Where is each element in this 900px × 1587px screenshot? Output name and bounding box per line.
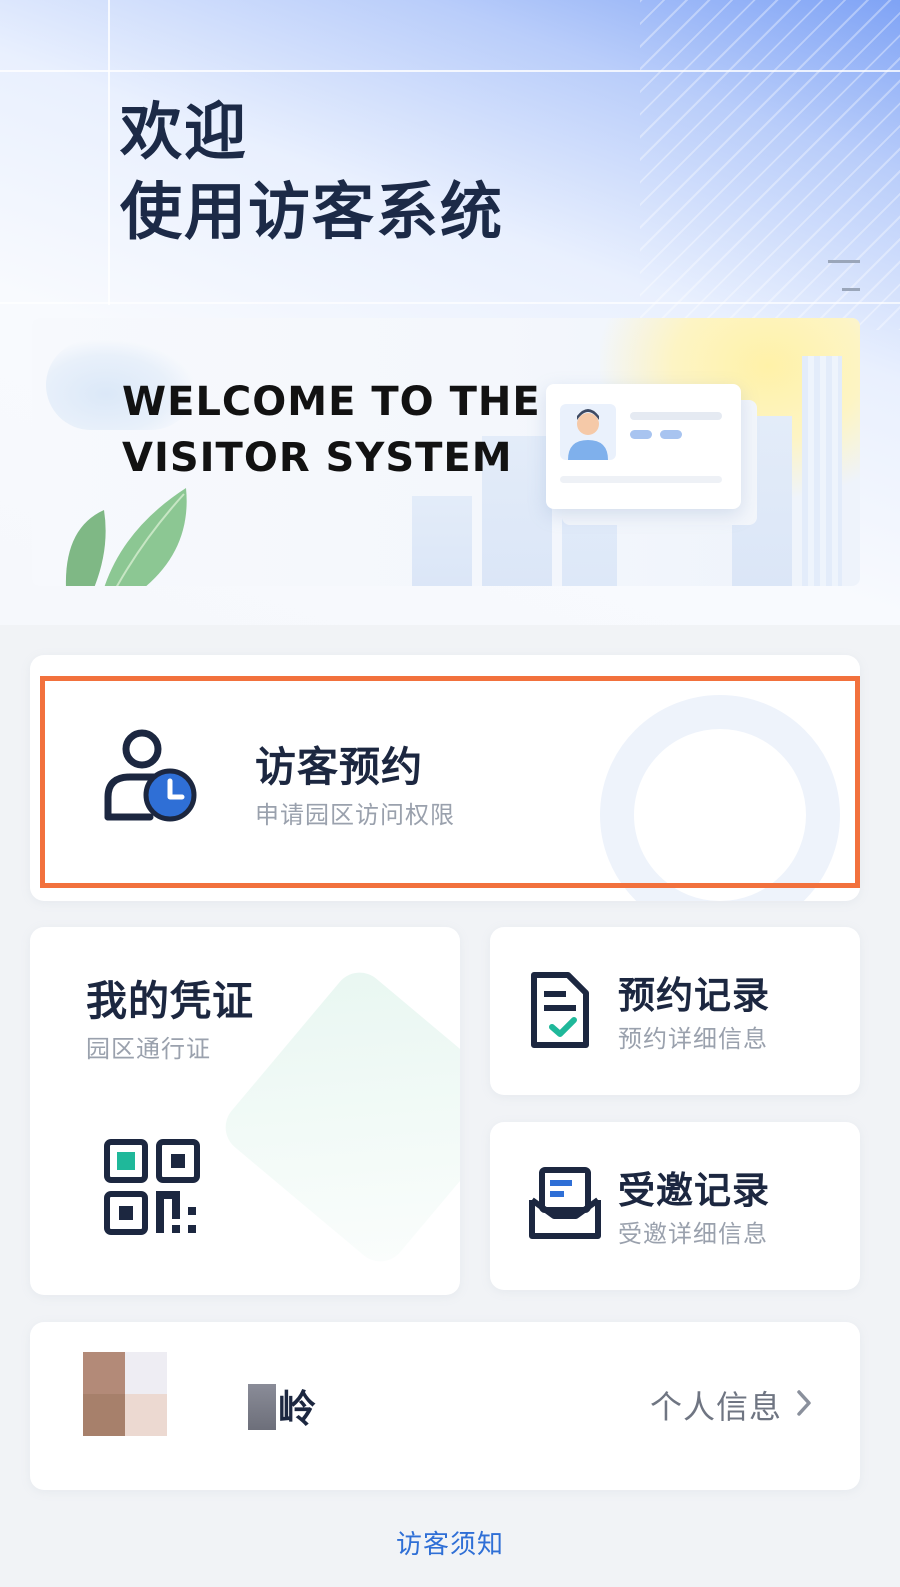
personal-info-link[interactable]: 个人信息	[650, 1382, 812, 1428]
banner-heading-line2: VISITOR SYSTEM	[122, 435, 513, 481]
decor-dash	[828, 260, 860, 263]
banner-heading: WELCOME TO THE VISITOR SYSTEM	[122, 374, 541, 486]
welcome-title-line2: 使用访客系统	[120, 175, 505, 248]
avatar	[83, 1352, 167, 1436]
user-name: 岭	[278, 1387, 317, 1431]
visitor-appointment-card[interactable]: 访客预约 申请园区访问权限	[30, 655, 860, 901]
welcome-title: 欢迎 使用访客系统	[120, 92, 504, 252]
invitation-records-card[interactable]: 受邀记录 受邀详细信息	[490, 1122, 860, 1290]
welcome-title-line1: 欢迎	[120, 95, 249, 168]
records-title: 预约记录	[618, 974, 770, 1017]
banner-heading-line1: WELCOME TO THE	[122, 379, 541, 425]
building-decoration	[412, 496, 472, 586]
hero-gridline	[108, 0, 110, 305]
user-clock-icon	[100, 725, 200, 829]
name-redaction	[248, 1384, 276, 1430]
welcome-banner: WELCOME TO THE VISITOR SYSTEM	[32, 318, 860, 586]
hero-gridline	[0, 70, 900, 72]
profile-card[interactable]: 岭 个人信息	[30, 1322, 860, 1490]
appointment-records-card[interactable]: 预约记录 预约详细信息	[490, 927, 860, 1095]
ring-decoration	[600, 695, 840, 901]
document-check-icon	[528, 971, 592, 1053]
decor-dash	[842, 288, 860, 291]
id-card-icon	[546, 384, 741, 509]
leaf-decoration	[64, 488, 224, 586]
my-credential-card[interactable]: 我的凭证 园区通行证	[30, 927, 460, 1295]
appointment-subtitle: 申请园区访问权限	[255, 801, 455, 829]
invites-subtitle: 受邀详细信息	[618, 1220, 768, 1248]
header-hero: 欢迎 使用访客系统 WELCOME TO THE VISITOR SYSTEM	[0, 0, 900, 625]
hero-stripes-decoration	[640, 0, 900, 330]
hero-gridline	[0, 302, 900, 304]
records-subtitle: 预约详细信息	[618, 1025, 768, 1053]
credential-title: 我的凭证	[86, 977, 254, 1025]
personal-info-label: 个人信息	[649, 1388, 782, 1426]
building-decoration	[802, 356, 842, 586]
envelope-icon	[528, 1166, 602, 1244]
credential-subtitle: 园区通行证	[86, 1035, 211, 1063]
visitor-notice-link[interactable]: 访客须知	[0, 1524, 900, 1561]
qr-code-icon	[104, 1139, 200, 1239]
appointment-title: 访客预约	[255, 743, 423, 791]
chevron-right-icon	[796, 1389, 812, 1421]
invites-title: 受邀记录	[618, 1169, 770, 1212]
